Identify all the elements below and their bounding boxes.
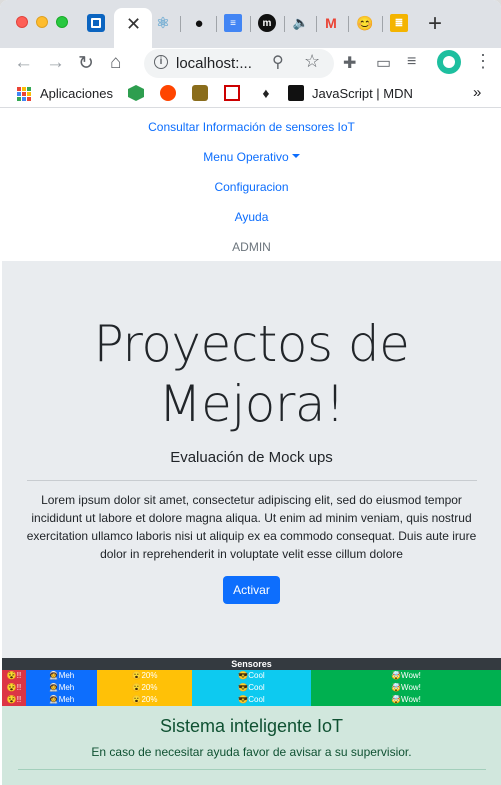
divider [26,480,477,481]
minimize-window-button[interactable] [36,16,48,28]
sensor-cell: 🧑‍🚀Meh [48,683,75,692]
sensor-cell: 🧑‍🚀Meh [48,695,75,704]
sensor-cell: 😮20% [131,683,158,692]
mdn-bookmark-icon[interactable] [288,85,304,101]
tab-strip: ✕ ⚛ ● ≡ m 🔈 M 😊 ≣ + [0,0,501,48]
sensor-cell: 😮20% [131,695,158,704]
sensor-column-critical: 😵!! 😵!! 😵!! [2,670,26,706]
bookmark-mdn[interactable]: JavaScript | MDN [312,86,413,101]
sensor-column-wow: 🤯Wow! 🤯Wow! 🤯Wow! [311,670,501,706]
page-content: Consultar Información de sensores IoT Me… [2,110,501,785]
sensor-cell: 🧑‍🚀Meh [48,671,75,680]
chrome-menu-icon[interactable]: ⋮ [474,51,492,72]
owl-bookmark-icon[interactable] [192,85,208,101]
gmail-tab-icon[interactable]: M [322,14,340,32]
github-tab-icon[interactable]: ● [190,14,208,32]
cast-icon[interactable]: ▭ [376,53,391,73]
forward-icon[interactable]: → [46,52,65,74]
medium-tab-icon[interactable]: m [258,14,276,32]
footer-text: En caso de necesitar ayuda favor de avis… [91,745,412,759]
sensor-column-cool: 😎Cool 😎Cool 😎Cool [192,670,311,706]
footer-title: Sistema inteligente IoT [159,716,344,736]
sensors-panel: Sensores 😵!! 😵!! 😵!! 🧑‍🚀Meh 🧑‍🚀Meh 🧑‍🚀Me… [2,658,501,706]
bookmark-apps[interactable]: Aplicaciones [40,86,113,101]
sensor-cell: 😎Cool [238,683,265,692]
address-bar[interactable]: i localhost:... ⚲ ☆ [144,49,334,78]
bookmark-star-icon[interactable]: ☆ [304,51,320,72]
footer-divider [17,769,486,770]
nav-sensor-info[interactable]: Consultar Información de sensores IoT [2,110,501,140]
close-window-button[interactable] [16,16,28,28]
extensions-icon[interactable]: ✚ [343,53,356,73]
react-tab-icon[interactable]: ⚛ [154,14,172,32]
active-tab[interactable]: ✕ [114,8,152,48]
profile-avatar[interactable] [437,50,461,74]
sensor-cell: 😵!! [6,695,22,704]
sensor-grid: 😵!! 😵!! 😵!! 🧑‍🚀Meh 🧑‍🚀Meh 🧑‍🚀Meh 😮20% 😮2… [2,670,501,706]
trello-tab-icon[interactable] [87,14,105,32]
home-icon[interactable]: ⌂ [110,52,121,74]
audio-tab-icon[interactable]: 🔈 [292,14,310,32]
toolbar: ← → ↻ ⌂ i localhost:... ⚲ ☆ ✚ ▭ ≡ ⋮ [0,48,501,80]
nav-admin[interactable]: ADMIN [2,230,501,260]
sensor-cell: 😎Cool [238,671,265,680]
dropdown-caret-icon [291,154,300,158]
activar-button[interactable]: Activar [223,576,280,604]
sensor-cell: 😵!! [6,683,22,692]
more-bookmarks-icon[interactable]: » [473,84,481,101]
nav-menu-operativo-label: Menu Operativo [203,150,289,164]
sensor-cell: 😎Cool [238,695,265,704]
sensor-cell: 😵!! [6,671,22,680]
page-title: Proyectos de Mejora! [93,315,410,433]
sensor-cell: 🤯Wow! [391,671,421,680]
zoom-icon[interactable]: ⚲ [272,52,284,72]
nav-menu-operativo[interactable]: Menu Operativo [2,140,501,170]
sensors-header: Sensores [2,658,501,670]
nodejs-bookmark-icon[interactable] [128,85,144,101]
browser-window: ✕ ⚛ ● ≡ m 🔈 M 😊 ≣ + ← → ↻ ⌂ i localhost:… [0,0,501,785]
reload-icon[interactable]: ↻ [78,52,94,75]
square-bookmark-icon[interactable] [224,85,240,101]
reddit-bookmark-icon[interactable] [160,85,176,101]
page-subtitle: Evaluación de Mock ups [170,449,333,466]
close-tab-icon[interactable]: ✕ [126,14,141,35]
media-control-icon[interactable]: ≡ [407,53,416,71]
docs-tab-icon[interactable]: ≡ [224,14,242,32]
sensor-column-meh: 🧑‍🚀Meh 🧑‍🚀Meh 🧑‍🚀Meh [26,670,97,706]
address-text: localhost:... [176,55,252,72]
footer-alert: Sistema inteligente IoT En caso de neces… [2,706,501,785]
site-info-icon[interactable]: i [154,55,168,69]
jumbotron: Proyectos de Mejora! Evaluación de Mock … [2,261,501,604]
navbar: Consultar Información de sensores IoT Me… [2,110,501,261]
sensor-cell: 🤯Wow! [391,695,421,704]
sensor-cell: 😮20% [131,671,158,680]
emoji-tab-icon[interactable]: 😊 [356,14,374,32]
bookmarks-bar: Aplicaciones ♦ JavaScript | MDN » [0,80,501,108]
hero-body-text: Lorem ipsum dolor sit amet, consectetur … [26,493,477,561]
sensor-column-20: 😮20% 😮20% 😮20% [97,670,192,706]
stackoverflow-tab-icon[interactable]: ≣ [390,14,408,32]
ethereum-bookmark-icon[interactable]: ♦ [258,85,274,101]
nav-ayuda[interactable]: Ayuda [2,200,501,230]
sensor-cell: 🤯Wow! [391,683,421,692]
maximize-window-button[interactable] [56,16,68,28]
nav-configuracion[interactable]: Configuracion [2,170,501,200]
apps-grid-icon[interactable] [17,87,31,101]
back-icon[interactable]: ← [14,52,33,74]
new-tab-button[interactable]: + [428,10,442,38]
